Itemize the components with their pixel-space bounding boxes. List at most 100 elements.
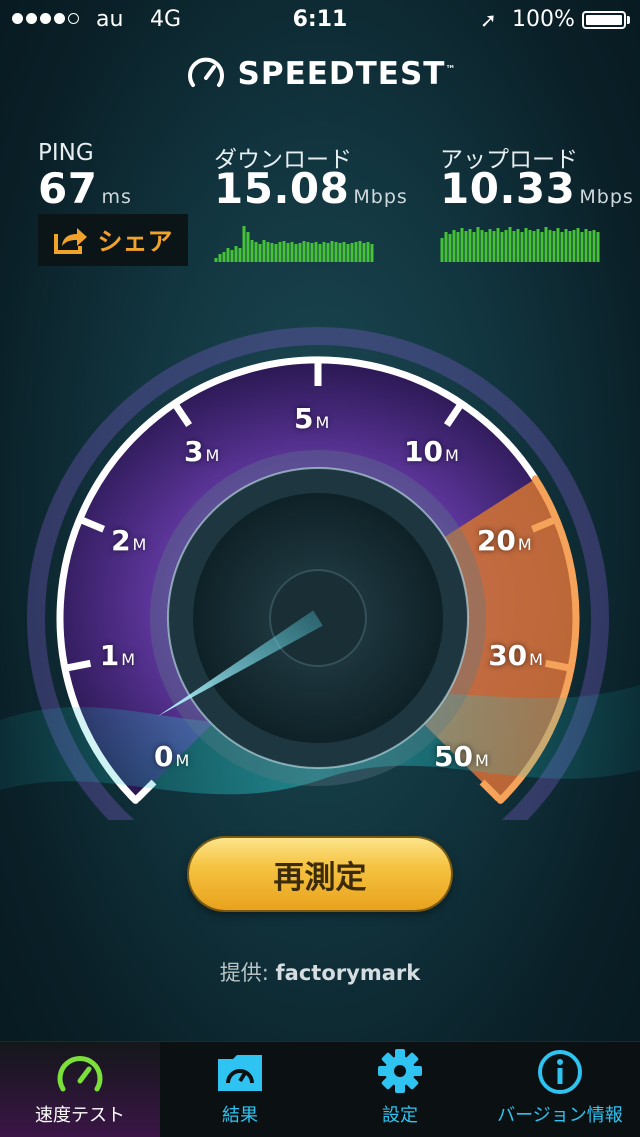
sparkline-bar (532, 231, 536, 262)
sparkline-bar (270, 243, 274, 262)
sparkline-bar (500, 232, 504, 262)
gauge-tick-label: 2M (111, 524, 147, 558)
sparkline-bar (278, 242, 282, 262)
server-provider: 提供: factorymark (219, 961, 421, 985)
sparkline-bar (592, 230, 596, 262)
sparkline-bar (560, 232, 564, 262)
sparkline-bar (440, 238, 444, 262)
sparkline-bar (266, 242, 270, 262)
sparkline-bar (484, 232, 488, 262)
sparkline-bar (274, 244, 278, 262)
sparkline-bar (520, 232, 524, 262)
sparkline-bar (262, 240, 266, 262)
sparkline-bar (358, 241, 362, 262)
tab-label: 速度テスト (35, 1105, 125, 1126)
retest-button[interactable]: 再測定 (189, 838, 451, 910)
results-folder-icon (218, 1055, 262, 1091)
gauge-tick-label: 1M (99, 638, 136, 672)
sparkline-bar (596, 232, 600, 262)
upload-value: 10.33 Mbps (440, 164, 634, 213)
sparkline-bar (488, 229, 492, 262)
gauge-tick-label: 3M (183, 435, 220, 469)
gauge-tick-label: 20 M (476, 524, 532, 558)
sparkline-bar (460, 228, 464, 262)
sparkline-bar (468, 229, 472, 262)
sparkline-bar (322, 242, 326, 262)
sparkline-bar (444, 232, 448, 262)
app-header: SPEEDTEST™ (0, 52, 640, 96)
sparkline-bar (350, 243, 354, 262)
status-bar: au 4G 6:11 ➚ 100% (0, 0, 640, 40)
sparkline-bar (588, 231, 592, 262)
sparkline-bar (222, 252, 226, 262)
sparkline-bar (492, 231, 496, 262)
sparkline-bar (338, 243, 342, 262)
sparkline-bar (346, 244, 350, 262)
location-arrow-icon: ➚ (480, 8, 497, 32)
sparkline-bar (472, 232, 476, 262)
gauge-tick-mark (544, 659, 570, 672)
sparkline-bar (218, 254, 222, 262)
tab-label: バージョン情報 (497, 1105, 623, 1126)
sparkline-bar (456, 232, 460, 262)
share-button[interactable]: シェア (38, 214, 188, 266)
tab-settings[interactable]: 設定 (320, 1042, 480, 1137)
tab-speed-test[interactable]: 速度テスト (0, 1042, 160, 1137)
tab-results[interactable]: 結果 (160, 1042, 320, 1137)
sparkline-bar (310, 243, 314, 262)
sparkline-bar (302, 241, 306, 262)
gauge-tick-label: 0M (153, 740, 190, 773)
download-value: 15.08 Mbps (214, 164, 408, 213)
sparkline-bar (496, 228, 500, 262)
sparkline-bar (552, 231, 556, 262)
sparkline-bar (286, 243, 290, 262)
sparkline-bar (476, 227, 480, 262)
sparkline-bar (230, 250, 234, 262)
sparkline-bar (584, 229, 588, 262)
battery-percent: 100% (512, 7, 575, 32)
share-icon (54, 228, 88, 254)
speedometer-icon (57, 1056, 103, 1092)
sparkline-bar (464, 231, 468, 262)
sparkline-bar (564, 229, 568, 262)
gauge-tick-label: 30 M (488, 638, 543, 672)
gear-icon (378, 1049, 422, 1093)
sparkline-bar (242, 226, 246, 262)
sparkline-bar (362, 243, 366, 262)
sparkline-bar (480, 230, 484, 262)
app-title: SPEEDTEST™ (237, 56, 457, 92)
sparkline-bar (294, 244, 298, 262)
upload-sparkline (440, 227, 600, 262)
sparkline-bar (246, 232, 250, 262)
sparkline-bar (528, 230, 532, 262)
sparkline-bar (318, 244, 322, 262)
sparkline-bar (556, 228, 560, 262)
info-icon (538, 1050, 582, 1094)
tab-bar: 速度テスト 結果 設定 バージョン情報 (0, 1041, 640, 1137)
sparkline-bar (524, 228, 528, 262)
ping-label: PING (38, 140, 94, 166)
sparkline-bar (536, 229, 540, 262)
speedtest-logo-icon (187, 57, 224, 87)
sparkline-bar (366, 242, 370, 262)
download-sparkline (214, 226, 374, 262)
sparkline-bar (238, 248, 242, 262)
tab-label: 設定 (382, 1105, 418, 1126)
sparkline-bar (452, 230, 456, 262)
sparkline-bar (214, 258, 218, 262)
tab-about[interactable]: バージョン情報 (480, 1042, 640, 1137)
sparkline-bar (290, 242, 294, 262)
sparkline-bar (354, 242, 358, 262)
sparkline-bar (342, 242, 346, 262)
sparkline-bar (572, 230, 576, 262)
sparkline-bar (516, 229, 520, 262)
sparkline-bar (576, 228, 580, 262)
tab-label: 結果 (222, 1105, 258, 1126)
ping-value: 67 ms (38, 164, 132, 213)
sparkline-bar (314, 242, 318, 262)
sparkline-bar (548, 230, 552, 262)
sparkline-bar (330, 241, 334, 262)
share-label: シェア (97, 227, 173, 256)
sparkline-bar (326, 243, 330, 262)
gauge-tick-label: 50 M (434, 740, 489, 773)
